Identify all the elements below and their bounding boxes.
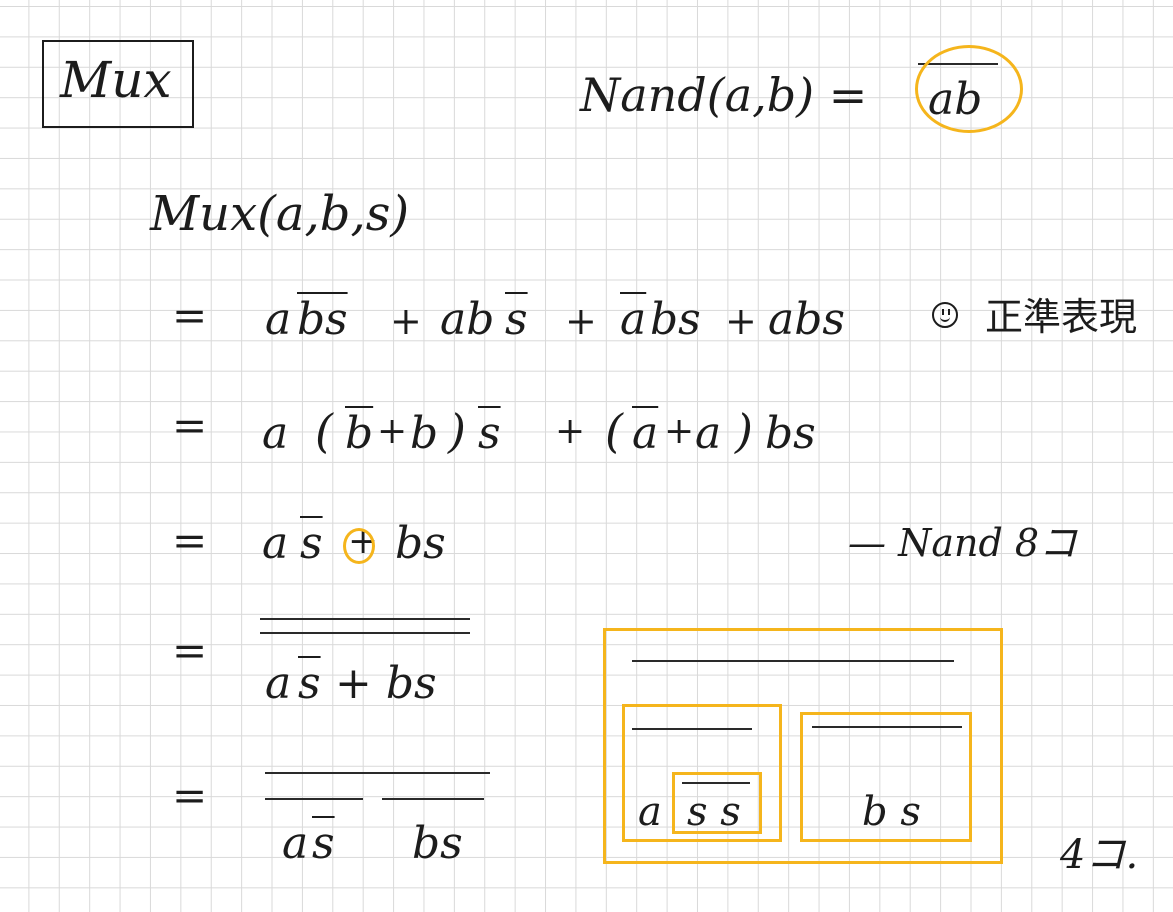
eq-3: = [172,516,208,565]
line5-not-s: s [312,818,335,869]
line2-not-s: s [478,408,501,459]
term1-overline [265,798,363,800]
line4-a: a [265,658,292,709]
term1-a: a [265,294,292,345]
term2-ab: ab [440,294,495,345]
diagram-right-bar [812,726,962,728]
line2-a: a [262,408,289,459]
line2-plus-2: + [664,411,695,452]
plus-highlight-circle [343,528,375,564]
plus-1: + [390,299,422,343]
line3-not-s: s [300,518,323,569]
page-title: Mux [60,51,172,109]
term1-s: s [325,294,348,345]
nand-count-4: 4コ. [1060,832,1139,878]
line2-not-a: a [632,408,659,459]
line2-rparen-2: ) [735,404,753,458]
diagram-left-a: a [638,789,662,835]
line2-rparen: ) [448,404,466,458]
line2-lparen: ( [315,404,333,458]
smile-icon [932,302,958,328]
handwritten-note: Mux Nand(a,b) = ab Mux(a,b,s) = a b s + … [0,0,1173,912]
nand-definition-lhs: Nand(a,b) = [580,68,868,122]
term2-s: s [505,294,528,345]
nand-highlight-circle [915,45,1023,133]
line2-b: b [410,408,439,459]
double-overline-bottom [260,632,470,634]
nand-count-8: — Nand 8コ [848,521,1078,565]
line2-plus: + [377,411,408,452]
term1-b: b [297,294,326,345]
line4-rest: + bs [335,658,437,709]
line3-bs: bs [395,518,446,569]
term2-overline [382,798,484,800]
eq-2: = [172,401,208,450]
diagram-outer-bar [632,660,954,662]
term3-bs: bs [650,294,701,345]
line2-lparen-2: ( [605,404,623,458]
line3-a: a [262,518,289,569]
double-overline-top [260,618,470,620]
eq-5: = [172,771,208,820]
eq-4: = [172,626,208,675]
plus-2: + [565,299,597,343]
annotation-canonical-form: 正準表現 [985,295,1138,339]
line4-not-s: s [298,658,321,709]
diagram-left-ss: s s [687,789,741,835]
term3-a: a [620,294,647,345]
eq-1: = [172,291,208,340]
plus-3: + [725,299,757,343]
line2-a-2: a [695,408,722,459]
diagram-left-bar [632,728,752,730]
outer-overline [265,772,490,774]
mux-call: Mux(a,b,s) [150,186,410,242]
line2-plus-mid: + [555,411,586,452]
line2-not-b: b [345,408,374,459]
line2-bs: bs [765,408,816,459]
term4-abs: abs [768,294,845,345]
line5-bs: bs [412,818,463,869]
line5-a: a [282,818,309,869]
diagram-inner-bar [682,782,750,784]
diagram-right-bs: b s [862,789,921,835]
